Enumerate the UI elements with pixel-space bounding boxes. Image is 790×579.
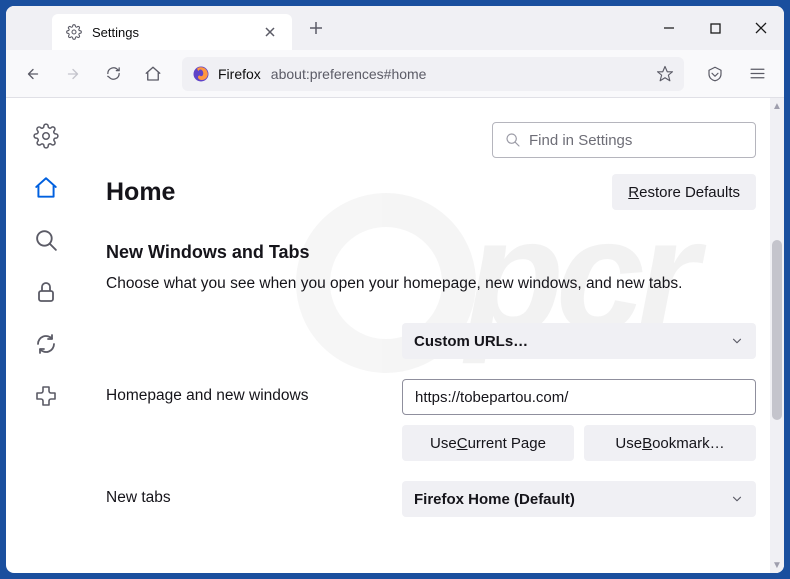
search-icon <box>505 132 521 148</box>
chevron-down-icon <box>730 492 744 506</box>
browser-tab[interactable]: Settings <box>52 14 292 50</box>
sidebar-privacy-icon[interactable] <box>32 278 60 306</box>
home-button[interactable] <box>136 57 170 91</box>
settings-search[interactable] <box>492 122 756 158</box>
use-bookmark-button[interactable]: Use Bookmark… <box>584 425 756 461</box>
menu-button[interactable] <box>740 57 774 91</box>
toolbar: Firefox about:preferences#home <box>6 50 784 98</box>
maximize-button[interactable] <box>692 9 738 47</box>
url-identity: Firefox <box>218 66 261 82</box>
restore-defaults-button[interactable]: Restore Defaults <box>612 174 756 210</box>
homepage-select[interactable]: Custom URLs… <box>402 323 756 359</box>
firefox-icon <box>192 65 210 83</box>
gear-icon <box>66 24 82 40</box>
settings-sidebar <box>6 98 86 573</box>
sidebar-extensions-icon[interactable] <box>32 382 60 410</box>
homepage-label <box>106 323 386 331</box>
homepage-row-label: Homepage and new windows <box>106 379 386 405</box>
window-close-button[interactable] <box>738 9 784 47</box>
homepage-url-value: https://tobepartou.com/ <box>415 389 568 406</box>
newtabs-label: New tabs <box>106 481 386 507</box>
pocket-button[interactable] <box>698 57 732 91</box>
tab-label: Settings <box>92 25 252 40</box>
settings-search-input[interactable] <box>529 132 743 149</box>
url-bar[interactable]: Firefox about:preferences#home <box>182 57 684 91</box>
reload-button[interactable] <box>96 57 130 91</box>
sidebar-search-icon[interactable] <box>32 226 60 254</box>
homepage-url-input[interactable]: https://tobepartou.com/ <box>402 379 756 415</box>
sidebar-home-icon[interactable] <box>32 174 60 202</box>
new-tab-button[interactable] <box>300 12 332 44</box>
use-current-page-button[interactable]: Use Current Page <box>402 425 574 461</box>
close-icon[interactable] <box>262 24 278 40</box>
page-title: Home <box>106 178 175 207</box>
titlebar: Settings <box>6 6 784 50</box>
minimize-button[interactable] <box>646 9 692 47</box>
sidebar-sync-icon[interactable] <box>32 330 60 358</box>
newtabs-select[interactable]: Firefox Home (Default) <box>402 481 756 517</box>
section-description: Choose what you see when you open your h… <box>106 273 756 295</box>
homepage-select-value: Custom URLs… <box>414 333 528 350</box>
forward-button[interactable] <box>56 57 90 91</box>
settings-content: Home Restore Defaults New Windows and Ta… <box>86 98 784 573</box>
chevron-down-icon <box>730 334 744 348</box>
url-text: about:preferences#home <box>271 66 656 82</box>
bookmark-star-icon[interactable] <box>656 65 674 83</box>
sidebar-general-icon[interactable] <box>32 122 60 150</box>
section-title: New Windows and Tabs <box>106 242 756 263</box>
newtabs-select-value: Firefox Home (Default) <box>414 491 575 508</box>
back-button[interactable] <box>16 57 50 91</box>
